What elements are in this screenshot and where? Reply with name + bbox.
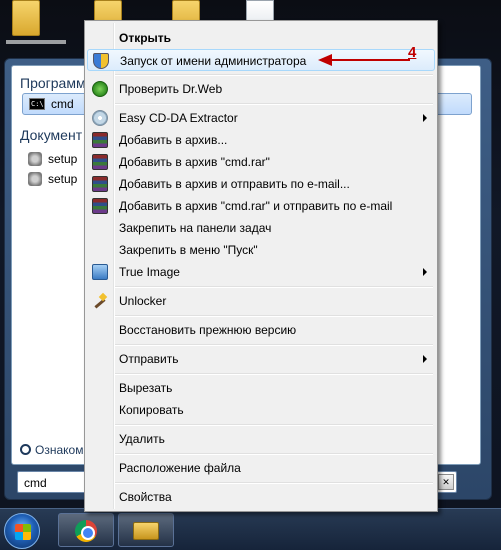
menu-item-unlocker[interactable]: Unlocker — [87, 290, 435, 312]
submenu-arrow-icon — [423, 114, 427, 122]
menu-item-label: Вырезать — [119, 381, 173, 395]
document-result-label: setup — [48, 172, 78, 186]
true-image-icon — [92, 264, 108, 280]
menu-item-label: Закрепить на панели задач — [119, 221, 272, 235]
cmd-icon: C:\ — [29, 98, 45, 110]
unlocker-wand-icon — [92, 293, 108, 309]
menu-item-pin-to-start[interactable]: Закрепить в меню "Пуск" — [87, 239, 435, 261]
cd-icon — [92, 110, 108, 126]
desktop-folder-icon[interactable] — [12, 0, 40, 36]
menu-item-label: Расположение файла — [119, 461, 241, 475]
menu-item-label: Закрепить в меню "Пуск" — [119, 243, 258, 257]
menu-item-drweb[interactable]: Проверить Dr.Web — [87, 78, 435, 100]
menu-item-label: Добавить в архив "cmd.rar" и отправить п… — [119, 199, 393, 213]
menu-item-label: Отправить — [119, 352, 179, 366]
drweb-icon — [92, 81, 108, 97]
submenu-arrow-icon — [423, 268, 427, 276]
menu-item-label: Добавить в архив "cmd.rar" — [119, 155, 270, 169]
context-menu: Открыть Запуск от имени администратора П… — [84, 20, 438, 512]
menu-item-label: Восстановить прежнюю версию — [119, 323, 297, 337]
menu-item-true-image[interactable]: True Image — [87, 261, 435, 283]
menu-separator — [115, 424, 433, 426]
program-result-label: cmd — [51, 97, 74, 111]
search-input-value: cmd — [24, 476, 47, 490]
menu-separator — [115, 103, 433, 105]
menu-item-label: Unlocker — [119, 294, 167, 308]
menu-separator — [115, 373, 433, 375]
menu-item-delete[interactable]: Удалить — [87, 428, 435, 450]
taskbar-explorer-button[interactable] — [118, 513, 174, 547]
annotation-step-number: 4 — [408, 44, 417, 61]
winrar-icon — [92, 198, 108, 214]
menu-item-pin-to-taskbar[interactable]: Закрепить на панели задач — [87, 217, 435, 239]
menu-separator — [115, 482, 433, 484]
menu-item-label: Свойства — [119, 490, 172, 504]
setup-file-icon — [28, 172, 42, 186]
menu-item-add-to-archive[interactable]: Добавить в архив... — [87, 129, 435, 151]
menu-item-label: Easy CD-DA Extractor — [119, 111, 238, 125]
winrar-icon — [92, 154, 108, 170]
taskbar-chrome-button[interactable] — [58, 513, 114, 547]
search-icon — [20, 444, 31, 455]
menu-item-cut[interactable]: Вырезать — [87, 377, 435, 399]
winrar-icon — [92, 132, 108, 148]
programs-section-header: Программ — [20, 75, 86, 91]
windows-logo-icon — [15, 524, 31, 540]
menu-separator — [115, 315, 433, 317]
menu-item-restore-previous[interactable]: Восстановить прежнюю версию — [87, 319, 435, 341]
menu-item-add-to-cmd-rar[interactable]: Добавить в архив "cmd.rar" — [87, 151, 435, 173]
annotation-arrow-line — [330, 59, 410, 61]
uac-shield-icon — [93, 53, 109, 69]
menu-item-label: Копировать — [119, 403, 184, 417]
menu-item-label: Добавить в архив... — [119, 133, 228, 147]
taskbar — [0, 508, 501, 550]
start-button[interactable] — [4, 513, 40, 549]
menu-item-label: Удалить — [119, 432, 165, 446]
menu-separator — [115, 344, 433, 346]
see-more-results-label: Ознакоми — [35, 443, 91, 457]
menu-item-label: Добавить в архив и отправить по e-mail..… — [119, 177, 350, 191]
menu-separator — [115, 286, 433, 288]
document-result-label: setup — [48, 152, 78, 166]
menu-item-cmd-rar-and-email[interactable]: Добавить в архив "cmd.rar" и отправить п… — [87, 195, 435, 217]
menu-item-archive-and-email[interactable]: Добавить в архив и отправить по e-mail..… — [87, 173, 435, 195]
menu-item-properties[interactable]: Свойства — [87, 486, 435, 508]
winrar-icon — [92, 176, 108, 192]
menu-item-easy-cd-da[interactable]: Easy CD-DA Extractor — [87, 107, 435, 129]
menu-item-label: Проверить Dr.Web — [119, 82, 223, 96]
desktop-icon-label — [6, 40, 66, 44]
menu-item-copy[interactable]: Копировать — [87, 399, 435, 421]
clear-search-icon[interactable]: ✕ — [438, 474, 454, 490]
menu-item-label: Открыть — [119, 31, 172, 45]
menu-item-open[interactable]: Открыть — [87, 27, 435, 49]
explorer-folder-icon — [133, 522, 159, 540]
setup-file-icon — [28, 152, 42, 166]
see-more-results-link[interactable]: Ознакоми — [20, 443, 90, 457]
documents-section-header: Документ — [20, 127, 83, 143]
chrome-icon — [75, 520, 97, 542]
menu-separator — [115, 74, 433, 76]
menu-item-label: Запуск от имени администратора — [120, 54, 307, 68]
menu-item-file-location[interactable]: Расположение файла — [87, 457, 435, 479]
submenu-arrow-icon — [423, 355, 427, 363]
menu-item-send-to[interactable]: Отправить — [87, 348, 435, 370]
menu-separator — [115, 453, 433, 455]
menu-item-label: True Image — [119, 265, 180, 279]
